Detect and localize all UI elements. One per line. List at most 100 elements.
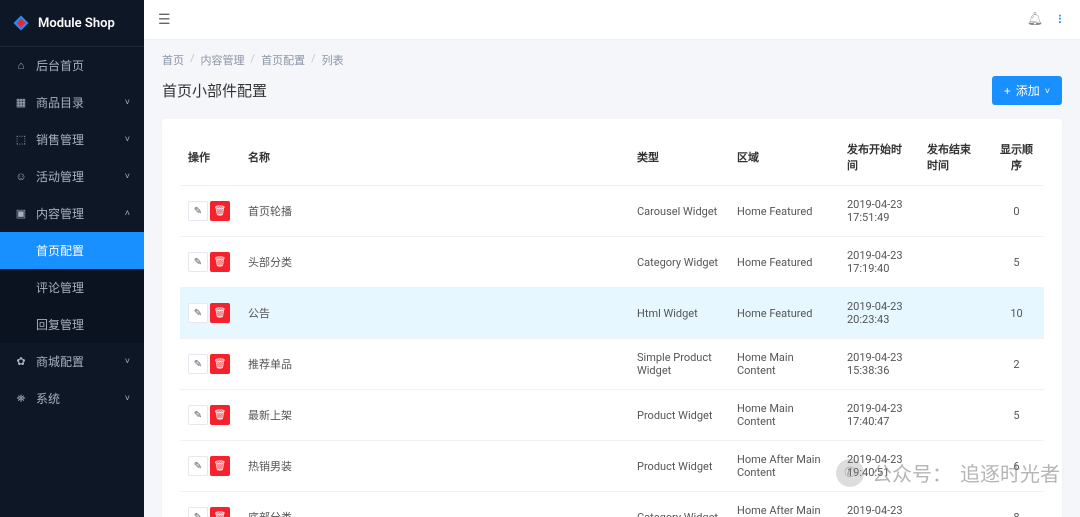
sidebar-subitem[interactable]: 首页配置 [0, 232, 144, 269]
table-row[interactable]: ✎ 🗑 底部分类 Category Widget Home After Main… [180, 492, 1044, 517]
delete-button[interactable]: 🗑 [210, 354, 230, 374]
plus-icon: + [1004, 84, 1011, 98]
cell-zone: Home Featured [729, 237, 839, 288]
nav-icon: ✿ [14, 355, 28, 368]
cell-zone: Home Main Content [729, 390, 839, 441]
th-end: 发布结束时间 [919, 129, 989, 186]
sidebar-subitem[interactable]: 评论管理 [0, 269, 144, 306]
cell-end [919, 390, 989, 441]
breadcrumb: 首页/内容管理/首页配置/列表 [162, 52, 1062, 68]
delete-button[interactable]: 🗑 [210, 252, 230, 272]
cell-order: 5 [989, 237, 1044, 288]
cell-order: 10 [989, 288, 1044, 339]
chevron-down-icon: ˅ [1045, 86, 1050, 96]
table-row[interactable]: ✎ 🗑 首页轮播 Carousel Widget Home Featured 2… [180, 186, 1044, 237]
cell-order: 0 [989, 186, 1044, 237]
sidebar-item[interactable]: ⛯ 系统 ˅ [0, 380, 144, 417]
delete-button[interactable]: 🗑 [210, 456, 230, 476]
nav-label: 销售管理 [36, 131, 125, 148]
nav-icon: ▦ [14, 96, 28, 109]
edit-button[interactable]: ✎ [188, 405, 208, 425]
cell-name: 底部分类 [240, 492, 629, 517]
content: 首页/内容管理/首页配置/列表 首页小部件配置 + 添加 ˅ 操作 名称 类型 [144, 40, 1080, 517]
bell-icon[interactable]: 🔔︎ [1027, 12, 1044, 27]
delete-button[interactable]: 🗑 [210, 201, 230, 221]
cell-start: 2019-04-2317:51:49 [839, 186, 919, 237]
cell-zone: Home After Main Content [729, 441, 839, 492]
widget-table: 操作 名称 类型 区域 发布开始时间 发布结束时间 显示顺序 ✎ 🗑 首页轮播 … [180, 129, 1044, 517]
edit-button[interactable]: ✎ [188, 303, 208, 323]
cell-start: 2019-04-2317:40:47 [839, 390, 919, 441]
cell-end [919, 339, 989, 390]
sidebar-item[interactable]: ✿ 商城配置 ˅ [0, 343, 144, 380]
cell-end [919, 237, 989, 288]
sidebar-item[interactable]: ☺ 活动管理 ˅ [0, 158, 144, 195]
sidebar-subitem[interactable]: 回复管理 [0, 306, 144, 343]
cell-zone: Home Main Content [729, 339, 839, 390]
nav-sub-label: 首页配置 [36, 242, 130, 259]
delete-button[interactable]: 🗑 [210, 405, 230, 425]
table-row[interactable]: ✎ 🗑 头部分类 Category Widget Home Featured 2… [180, 237, 1044, 288]
edit-button[interactable]: ✎ [188, 354, 208, 374]
breadcrumb-sep: / [311, 52, 316, 68]
breadcrumb-item[interactable]: 首页配置 [261, 52, 305, 68]
sidebar-item[interactable]: ▦ 商品目录 ˅ [0, 84, 144, 121]
hamburger-icon[interactable]: ☰ [158, 12, 171, 28]
cell-start: 2019-04-2317:19:40 [839, 237, 919, 288]
nav-icon: ⬚ [14, 133, 28, 146]
nav-sub-label: 回复管理 [36, 316, 130, 333]
sidebar-item[interactable]: ⌂ 后台首页 [0, 47, 144, 84]
brand-name: Module Shop [38, 16, 115, 31]
table-row[interactable]: ✎ 🗑 公告 Html Widget Home Featured 2019-04… [180, 288, 1044, 339]
chevron-icon: ˅ [125, 393, 130, 404]
add-button[interactable]: + 添加 ˅ [992, 76, 1062, 105]
cell-end [919, 441, 989, 492]
table-row[interactable]: ✎ 🗑 热销男装 Product Widget Home After Main … [180, 441, 1044, 492]
cell-type: Product Widget [629, 441, 729, 492]
nav-icon: ▣ [14, 207, 28, 220]
delete-button[interactable]: 🗑 [210, 303, 230, 323]
nav-label: 内容管理 [36, 205, 125, 222]
th-order: 显示顺序 [989, 129, 1044, 186]
cell-name: 公告 [240, 288, 629, 339]
cell-order: 8 [989, 492, 1044, 517]
cell-type: Product Widget [629, 390, 729, 441]
edit-button[interactable]: ✎ [188, 252, 208, 272]
breadcrumb-sep: / [251, 52, 256, 68]
nav-label: 后台首页 [36, 57, 130, 74]
sidebar-item[interactable]: ▣ 内容管理 ˄ [0, 195, 144, 232]
breadcrumb-item[interactable]: 内容管理 [201, 52, 245, 68]
nav-icon: ⛯ [14, 392, 28, 406]
chevron-icon: ˅ [125, 356, 130, 367]
nav-icon: ☺ [14, 170, 28, 183]
cell-order: 6 [989, 441, 1044, 492]
chevron-icon: ˅ [125, 97, 130, 108]
cell-name: 最新上架 [240, 390, 629, 441]
table-row[interactable]: ✎ 🗑 最新上架 Product Widget Home Main Conten… [180, 390, 1044, 441]
cell-zone: Home Featured [729, 288, 839, 339]
cell-end [919, 186, 989, 237]
menu-dots-icon[interactable]: ⠇ [1057, 13, 1066, 27]
cell-type: Category Widget [629, 492, 729, 517]
edit-button[interactable]: ✎ [188, 507, 208, 517]
sidebar-item[interactable]: ⬚ 销售管理 ˅ [0, 121, 144, 158]
th-op: 操作 [180, 129, 240, 186]
nav: ⌂ 后台首页 ▦ 商品目录 ˅⬚ 销售管理 ˅☺ 活动管理 ˅▣ 内容管理 ˄首… [0, 47, 144, 517]
cell-type: Carousel Widget [629, 186, 729, 237]
cell-start: 2019-04-2319:40:51 [839, 441, 919, 492]
cell-start: 2019-04-2315:38:36 [839, 339, 919, 390]
edit-button[interactable]: ✎ [188, 456, 208, 476]
breadcrumb-sep: / [190, 52, 195, 68]
th-zone: 区域 [729, 129, 839, 186]
edit-button[interactable]: ✎ [188, 201, 208, 221]
th-type: 类型 [629, 129, 729, 186]
cell-end [919, 288, 989, 339]
table-card: 操作 名称 类型 区域 发布开始时间 发布结束时间 显示顺序 ✎ 🗑 首页轮播 … [162, 119, 1062, 517]
nav-label: 商城配置 [36, 353, 125, 370]
table-row[interactable]: ✎ 🗑 推荐单品 Simple Product Widget Home Main… [180, 339, 1044, 390]
breadcrumb-item[interactable]: 首页 [162, 52, 184, 68]
add-button-label: 添加 [1016, 82, 1040, 99]
cell-start: 2019-04-2320:23:43 [839, 288, 919, 339]
delete-button[interactable]: 🗑 [210, 507, 230, 517]
nav-icon: ⌂ [14, 59, 28, 72]
